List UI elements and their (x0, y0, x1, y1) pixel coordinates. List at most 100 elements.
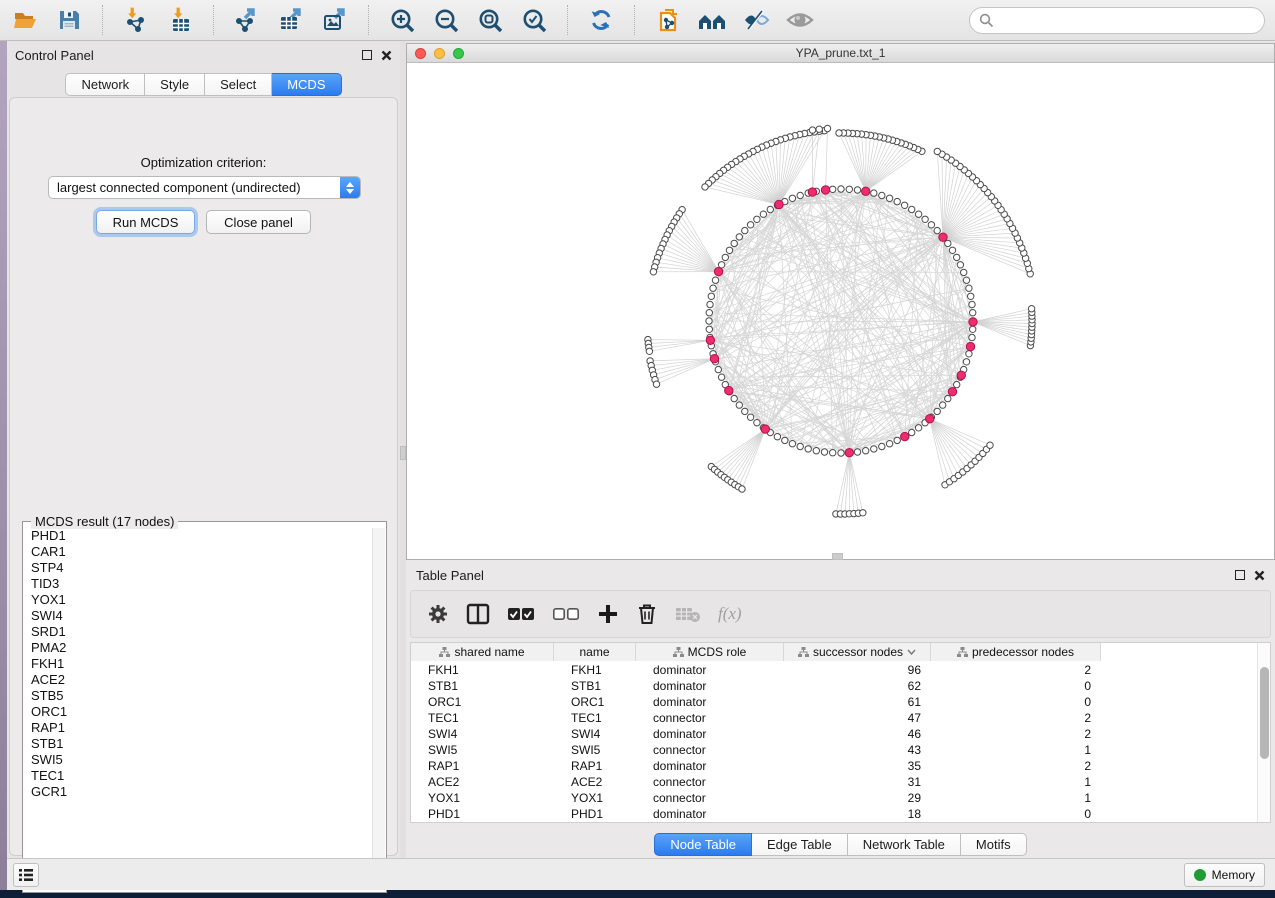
column-header-successor-nodes[interactable]: successor nodes (784, 643, 931, 661)
delete-table-icon (675, 599, 701, 629)
close-panel-icon[interactable] (381, 50, 392, 61)
zoom-in-icon[interactable] (387, 5, 417, 35)
table-rows: FKH1FKH1dominator962STB1STB1dominator620… (411, 662, 1257, 822)
mcds-result-item[interactable]: STP4 (24, 560, 373, 576)
table-row[interactable]: SWI5SWI5connector431 (411, 742, 1257, 758)
table-scrollbar-thumb[interactable] (1260, 667, 1269, 759)
export-network-icon[interactable] (232, 5, 262, 35)
apply-layout-icon[interactable] (586, 5, 616, 35)
mcds-result-item[interactable]: RAP1 (24, 720, 373, 736)
mcds-result-item[interactable]: STB1 (24, 736, 373, 752)
close-panel-button[interactable]: Close panel (206, 210, 311, 234)
column-header-name[interactable]: name (554, 643, 636, 661)
network-canvas-area[interactable] (407, 63, 1274, 559)
table-cell: 61 (784, 694, 931, 710)
task-history-button[interactable] (13, 863, 39, 887)
table-row[interactable]: PHD1PHD1dominator180 (411, 806, 1257, 822)
tab-motifs[interactable]: Motifs (961, 833, 1027, 856)
mcds-result-item[interactable]: PMA2 (24, 640, 373, 656)
network-graph[interactable] (407, 63, 1274, 559)
table-row[interactable]: ORC1ORC1dominator610 (411, 694, 1257, 710)
export-image-icon[interactable] (320, 5, 350, 35)
column-header-MCDS-role[interactable]: MCDS role (636, 643, 784, 661)
table-cell: STB1 (554, 678, 636, 694)
table-row[interactable]: TEC1TEC1connector472 (411, 710, 1257, 726)
mcds-result-item[interactable]: TEC1 (24, 768, 373, 784)
zoom-fit-icon[interactable] (475, 5, 505, 35)
select-all-icon[interactable] (507, 599, 535, 629)
mcds-result-item[interactable]: SRD1 (24, 624, 373, 640)
new-column-icon[interactable] (597, 599, 619, 629)
criterion-dropdown[interactable]: largest connected component (undirected) (48, 176, 361, 199)
status-bar: Memory (7, 858, 1275, 890)
search-box[interactable] (969, 7, 1265, 34)
tab-edge-table[interactable]: Edge Table (752, 833, 848, 856)
mcds-result-item[interactable]: SWI4 (24, 608, 373, 624)
mcds-result-item[interactable]: CAR1 (24, 544, 373, 560)
control-panel: Control Panel NetworkStyleSelectMCDS Opt… (7, 41, 400, 858)
mcds-result-item[interactable]: FKH1 (24, 656, 373, 672)
import-table-icon[interactable] (165, 5, 195, 35)
table-cell: connector (636, 742, 784, 758)
table-row[interactable]: RAP1RAP1dominator352 (411, 758, 1257, 774)
table-cell: dominator (636, 694, 784, 710)
hide-details-eye-icon[interactable] (785, 5, 815, 35)
first-neighbors-icon[interactable] (697, 5, 727, 35)
unselect-all-icon[interactable] (552, 599, 580, 629)
horizontal-splitter-grip[interactable] (832, 553, 843, 560)
tab-mcds[interactable]: MCDS (272, 73, 341, 96)
mcds-result-item[interactable]: ORC1 (24, 704, 373, 720)
table-row[interactable]: FKH1FKH1dominator962 (411, 662, 1257, 678)
show-hide-columns-icon[interactable] (466, 599, 490, 629)
tab-node-table[interactable]: Node Table (654, 833, 752, 856)
close-table-panel-icon[interactable] (1254, 570, 1265, 581)
save-session-icon[interactable] (54, 5, 84, 35)
tab-select[interactable]: Select (205, 73, 272, 96)
tab-network-table[interactable]: Network Table (848, 833, 961, 856)
mcds-result-item[interactable]: GCR1 (24, 784, 373, 800)
run-mcds-button[interactable]: Run MCDS (96, 210, 195, 234)
new-network-from-selection-icon[interactable] (653, 5, 683, 35)
table-row[interactable]: SWI4SWI4dominator462 (411, 726, 1257, 742)
table-cell: 96 (784, 662, 931, 678)
table-cell: dominator (636, 758, 784, 774)
table-cell: 35 (784, 758, 931, 774)
network-view-window: YPA_prune.txt_1 (406, 43, 1275, 560)
graphics-details-icon[interactable] (741, 5, 771, 35)
mcds-result-item[interactable]: PHD1 (24, 528, 373, 544)
table-cell: SWI5 (411, 742, 554, 758)
control-panel-titlebar: Control Panel (7, 41, 400, 69)
tab-network[interactable]: Network (65, 73, 145, 96)
zoom-out-icon[interactable] (431, 5, 461, 35)
tab-style[interactable]: Style (145, 73, 205, 96)
table-cell: PHD1 (411, 806, 554, 822)
function-builder-icon: f(x) (718, 599, 742, 629)
table-cell: YOX1 (411, 790, 554, 806)
table-cell: connector (636, 774, 784, 790)
delete-columns-icon[interactable] (636, 599, 658, 629)
network-window-title: YPA_prune.txt_1 (407, 46, 1274, 60)
mcds-result-item[interactable]: TID3 (24, 576, 373, 592)
mcds-list-scrollbar[interactable] (372, 528, 385, 888)
network-window-titlebar[interactable]: YPA_prune.txt_1 (407, 44, 1274, 63)
float-table-panel-icon[interactable] (1235, 570, 1245, 580)
mcds-result-item[interactable]: ACE2 (24, 672, 373, 688)
memory-button[interactable]: Memory (1184, 863, 1265, 887)
column-header-shared-name[interactable]: shared name (411, 643, 554, 661)
table-row[interactable]: ACE2ACE2connector311 (411, 774, 1257, 790)
export-table-icon[interactable] (276, 5, 306, 35)
open-file-icon[interactable] (10, 5, 40, 35)
float-panel-icon[interactable] (362, 50, 372, 60)
mcds-result-item[interactable]: YOX1 (24, 592, 373, 608)
table-settings-icon[interactable] (427, 599, 449, 629)
column-header-predecessor-nodes[interactable]: predecessor nodes (931, 643, 1101, 661)
table-scrollbar[interactable] (1257, 643, 1270, 822)
mcds-result-box: MCDS result (17 nodes) PHD1CAR1STP4TID3Y… (22, 521, 387, 893)
table-row[interactable]: STB1STB1dominator620 (411, 678, 1257, 694)
mcds-result-item[interactable]: SWI5 (24, 752, 373, 768)
zoom-selected-icon[interactable] (519, 5, 549, 35)
mcds-result-item[interactable]: STB5 (24, 688, 373, 704)
search-input[interactable] (994, 13, 1255, 27)
table-row[interactable]: YOX1YOX1connector291 (411, 790, 1257, 806)
import-network-icon[interactable] (121, 5, 151, 35)
